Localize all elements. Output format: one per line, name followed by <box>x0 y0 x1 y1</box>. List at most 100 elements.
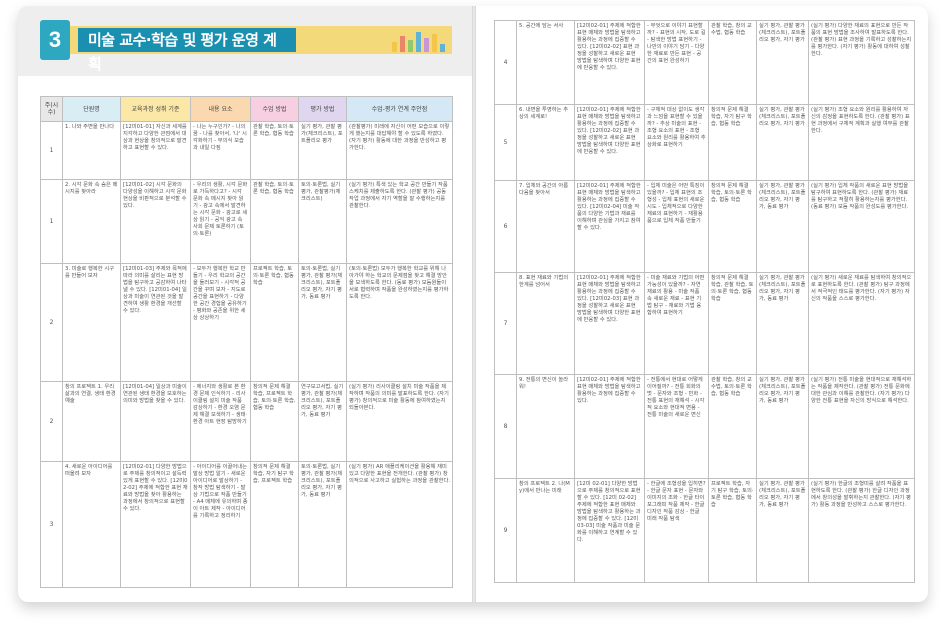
unit-cell: 7. 입체와 공간의 아름다움을 찾아서 <box>516 180 575 273</box>
unit-cell: 8. 표현 재료와 기법의 한계를 넘어서 <box>516 272 575 375</box>
table-row: 4 5. 공간에 담는 서사 [12미02-01] 주제에 적합한 표현 매체와… <box>494 20 915 105</box>
content-cell: - 한글에 조형성을 입히면? - 한글 문자 표현 - 문자와 이미지의 조화… <box>644 478 709 583</box>
unit-cell: 4. 새로운 아이디어를 떠올려 보자 <box>62 461 121 588</box>
eval-cell: 실기 평가, 관찰 평가(체크리스트), 포트폴리오 평가, 자기 평가 <box>756 104 809 181</box>
point-cell: (실기 평가) 새로운 재료를 탐색하여 창의적으로 표현하도록 한다. (관찰… <box>808 272 915 375</box>
standard-cell: [12미02-01] 주제에 적합한 표현 매체와 방법을 탐색하고 활용하는 … <box>574 272 645 375</box>
content-cell: - 미술 재료와 기법의 어떤 가능성이 있을까? - 자연 재료의 활용 - … <box>644 272 709 375</box>
header-unit: 단원명 <box>62 96 121 122</box>
header-standard: 교육과정 성취 기준 <box>120 96 191 122</box>
table-row: 1 1. 나와 주변을 만나다 [12미01-01] 자신과 세계를 지각하고 … <box>40 121 453 180</box>
unit-cell: 5. 공간에 담는 서사 <box>516 20 575 105</box>
bar-icon-segment <box>440 44 445 52</box>
standard-cell: [12미02-01] 주제에 적합한 표현 매체와 방법을 탐색하고 활용하는 … <box>574 20 645 105</box>
standard-cell: [12미02-01] 다양한 방법으로 주제를 창의적이고 설득력 있게 표현할… <box>120 461 191 588</box>
week-cell: 6 <box>494 180 517 273</box>
bar-icon-segment <box>424 38 429 52</box>
content-cell: - 전통에서 현대로 어떻게 이어질까? - 전통 회화의 멋 - 문자와 조형… <box>644 374 709 479</box>
method-cell: 창의적 문제 해결 학습, 자기 탐구 학습, 프로젝트 학습 <box>250 461 299 588</box>
week-cell: 2 <box>40 381 63 462</box>
week-cell: 8 <box>494 374 517 479</box>
eval-cell: 실기 평가, 관찰 평가(체크리스트), 포트폴리오 평가, 자기 평가, 동료… <box>756 180 809 273</box>
standard-cell: [12미 02-01] 다양한 방법으로 주제를 창의적으로 표현할 수 있다.… <box>574 478 645 583</box>
week-cell: 3 <box>40 461 63 588</box>
standard-cell: [12미01-02] 시각 문화의 다양성을 이해하고 시각 문화 현상을 비판… <box>120 179 191 264</box>
week-cell: 1 <box>40 121 63 180</box>
bar-icon-segment <box>408 40 413 52</box>
week-cell: 7 <box>494 272 517 375</box>
chapter-header: 3 미술 교수·학습 및 평가 운영 계획 <box>40 20 452 73</box>
table-row: 5 6. 내면을 투영하는 추상의 세계로! [12미02-01] 주제에 적합… <box>494 104 915 181</box>
eval-cell: 토의·토론법, 실기 평가, 관찰평가(체크리스트) <box>298 179 347 264</box>
method-cell: 창의적 문제 해결 학습, 프로젝트 학습, 토의·토론 학습, 협동 학습 <box>250 381 299 462</box>
eval-cell: 실기 평가, 관찰 평가(체크리스트), 포트폴리오 평가, 자기 평가, 동료… <box>756 374 809 479</box>
method-cell: 창의적 문제 해결 학습, 자기 탐구 학습, 협동 학습 <box>708 104 757 181</box>
header-content: 내용 요소 <box>190 96 251 122</box>
point-cell: (관찰평가) 미래에 자신이 어떤 모습으로 이렇게 했는지를 대답해야 할 수… <box>346 121 453 180</box>
unit-cell: 2. 시각 문화 속 숨은 메시지를 찾아라 <box>62 179 121 264</box>
point-cell: (실기 평가) 입체 작품의 새로운 표현 방법을 탐구하여 표현하도록 한다.… <box>808 180 915 273</box>
method-cell: 프로젝트 학습, 자기 탐구 학습, 토의·토론 학습, 협동 학습 <box>708 478 757 583</box>
week-cell: 4 <box>494 20 517 105</box>
table-row: 9 창의 프로젝트 2. 나(My)에서 만나는 미래 [12미 02-01] … <box>494 478 915 583</box>
content-cell: - 입체 미술은 어떤 특징이 있을까? - 입체 표현의 조형성 - 입체 표… <box>644 180 709 273</box>
table-row: 6 7. 입체와 공간의 아름다움을 찾아서 [12미02-01] 주제에 적합… <box>494 180 915 273</box>
unit-cell: 창의 프로젝트 2. 나(My)에서 만나는 미래 <box>516 478 575 583</box>
standard-cell: [12미01-01] 자신과 세계를 지각하고 다양한 관점에서 대상과 현상을… <box>120 121 191 180</box>
table-row: 8 9. 전통의 변신이 놀라워! [12미02-01] 주제에 적합한 표현 … <box>494 374 915 479</box>
method-cell: 프로젝트 학습, 토의·토론 학습, 협동 학습 <box>250 263 299 382</box>
right-plan-table: 4 5. 공간에 담는 서사 [12미02-01] 주제에 적합한 표현 매체와… <box>494 20 915 583</box>
method-cell: 창의적 문제 해결 학습, 관찰 학습, 토의·토론 학습, 협동 학습 <box>708 272 757 375</box>
point-cell: (실기 평가) 전통 미술을 현대적으로 재해석하는 작품을 제작한다. (관찰… <box>808 374 915 479</box>
right-page: 4 5. 공간에 담는 서사 [12미02-01] 주제에 적합한 표현 매체와… <box>476 6 928 602</box>
table-row: 1 2. 시각 문화 속 숨은 메시지를 찾아라 [12미01-02] 시각 문… <box>40 179 453 264</box>
unit-cell: 3. 미술로 행복한 시구를 만들어 보자 <box>62 263 121 382</box>
method-cell: 관찰 학습, 토의·토론 학습, 협동 학습 <box>250 179 299 264</box>
table-row: 2 창의 프로젝트 1. 우리 삶과의 연결, 생태 환경 예술 [12미01-… <box>40 381 453 462</box>
standard-cell: [12미01-04] 일상과 미술이 연관된 생태 환경을 보호하는 의미와 방… <box>120 381 191 462</box>
bar-icon-segment <box>392 42 397 52</box>
header-method: 수업 방법 <box>250 96 299 122</box>
eval-cell: 토의·토론법, 실기 평가, 관찰 평가(체크리스트), 포트폴리오 평가, 자… <box>298 263 347 382</box>
eval-cell: 실기 평가, 관찰 평가(체크리스트), 포트폴리오 평가 <box>298 121 347 180</box>
week-cell: 1 <box>40 179 63 264</box>
week-cell: 9 <box>494 478 517 583</box>
method-cell: 관찰 학습, 토의·토론 학습, 협동 학습 <box>250 121 299 180</box>
standard-cell: [12미02-01] 주제에 적합한 표현 매체와 방법을 탐색하고 활용하는 … <box>574 180 645 273</box>
header-week: 주(시수) <box>40 96 63 122</box>
bar-icon-segment <box>432 34 437 52</box>
eval-cell: 실기 평가, 관찰 평가(체크리스트), 포트폴리오 평가, 자기 평가, 동료… <box>756 478 809 583</box>
point-cell: (실기 평가) AR 애플리케이션을 활용해 재미있고 다양한 표현을 전개한다… <box>346 461 453 588</box>
unit-cell: 1. 나와 주변을 만나다 <box>62 121 121 180</box>
content-cell: - 모두가 행복한 학교 만들기 - 우리 학교의 공간을 둘러보기 - 시각적… <box>190 263 251 382</box>
header-point: 수업-평가 연계 주안점 <box>346 96 453 122</box>
content-cell: - 나는 누구인가? - 나의 꿈 - 나를 찾아서, '나' 시각화하기 - … <box>190 121 251 180</box>
bar-icon-segment <box>400 36 405 52</box>
method-cell: 관찰 학습, 창의 교수법, 토의·토론 학습, 협동 학습 <box>708 374 757 479</box>
left-page: 3 미술 교수·학습 및 평가 운영 계획 주(시수) 단원명 교육과정 성취 … <box>18 6 472 602</box>
bar-chart-icon <box>392 30 448 52</box>
eval-cell: 실기 평가, 관찰 평가(체크리스트), 포트폴리오 평가, 자기 평가, 동료… <box>756 272 809 375</box>
standard-cell: [12미01-03] 주제와 목적에 따라 의미를 살리는 표현 방법을 탐구하… <box>120 263 191 382</box>
content-cell: - 에너지와 생활로 본 환경 문제 인식하기 - 리사이클링 설치 미술 작품… <box>190 381 251 462</box>
header-eval: 평가 방법 <box>298 96 347 122</box>
eval-cell: 연구보고서법, 실기 평가, 관찰 평가(체크리스트), 포트폴리오 평가, 자… <box>298 381 347 462</box>
point-cell: (실기 평가) 한글의 조형미를 살려 작품을 표현하도록 한다. (관찰 평가… <box>808 478 915 583</box>
chapter-title: 미술 교수·학습 및 평가 운영 계획 <box>78 28 296 73</box>
unit-cell: 창의 프로젝트 1. 우리 삶과의 연결, 생태 환경 예술 <box>62 381 121 462</box>
content-cell: - 무엇으로 이야기 표현할까? - 표현의 시작, 도로 길 - 탐색한 방법… <box>644 20 709 105</box>
point-cell: (실기 평가) 다양한 재료의 표현으로 만든 작품의 표현 방법을 조사하여 … <box>808 20 915 105</box>
eval-cell: 실기 평가, 관찰 평가(체크리스트), 포트폴리오 평가, 자기 평가 <box>756 20 809 105</box>
content-cell: - 구체적 대상 없이도 생각과 느낌을 표현할 수 있을까? - 추상 미술의… <box>644 104 709 181</box>
point-cell: (실기 평가) 특색 있는 학교 공간 만들기 작품 스케치를 제출하도록 한다… <box>346 179 453 264</box>
left-plan-table: 주(시수) 단원명 교육과정 성취 기준 내용 요소 수업 방법 평가 방법 수… <box>40 96 453 588</box>
table-row: 7 8. 표현 재료와 기법의 한계를 넘어서 [12미02-01] 주제에 적… <box>494 272 915 375</box>
table-header-row: 주(시수) 단원명 교육과정 성취 기준 내용 요소 수업 방법 평가 방법 수… <box>40 96 453 122</box>
chapter-number: 3 <box>40 20 70 60</box>
standard-cell: [12미02-01] 주제에 적합한 표현 매체와 방법을 탐색하고 활용하는 … <box>574 104 645 181</box>
content-cell: - 아이디어를 이끌어내는 발상 방법 알기 - 새로운 아이디어로 발상하기 … <box>190 461 251 588</box>
method-cell: 창의적 문제 해결 학습, 토의·토론 학습, 협동 학습 <box>708 180 757 273</box>
standard-cell: [12미02-01] 주제에 적합한 표현 매체와 방법을 탐색하고 활용하는 … <box>574 374 645 479</box>
table-row: 2 3. 미술로 행복한 시구를 만들어 보자 [12미01-03] 주제와 목… <box>40 263 453 382</box>
bar-icon-segment <box>416 32 421 52</box>
